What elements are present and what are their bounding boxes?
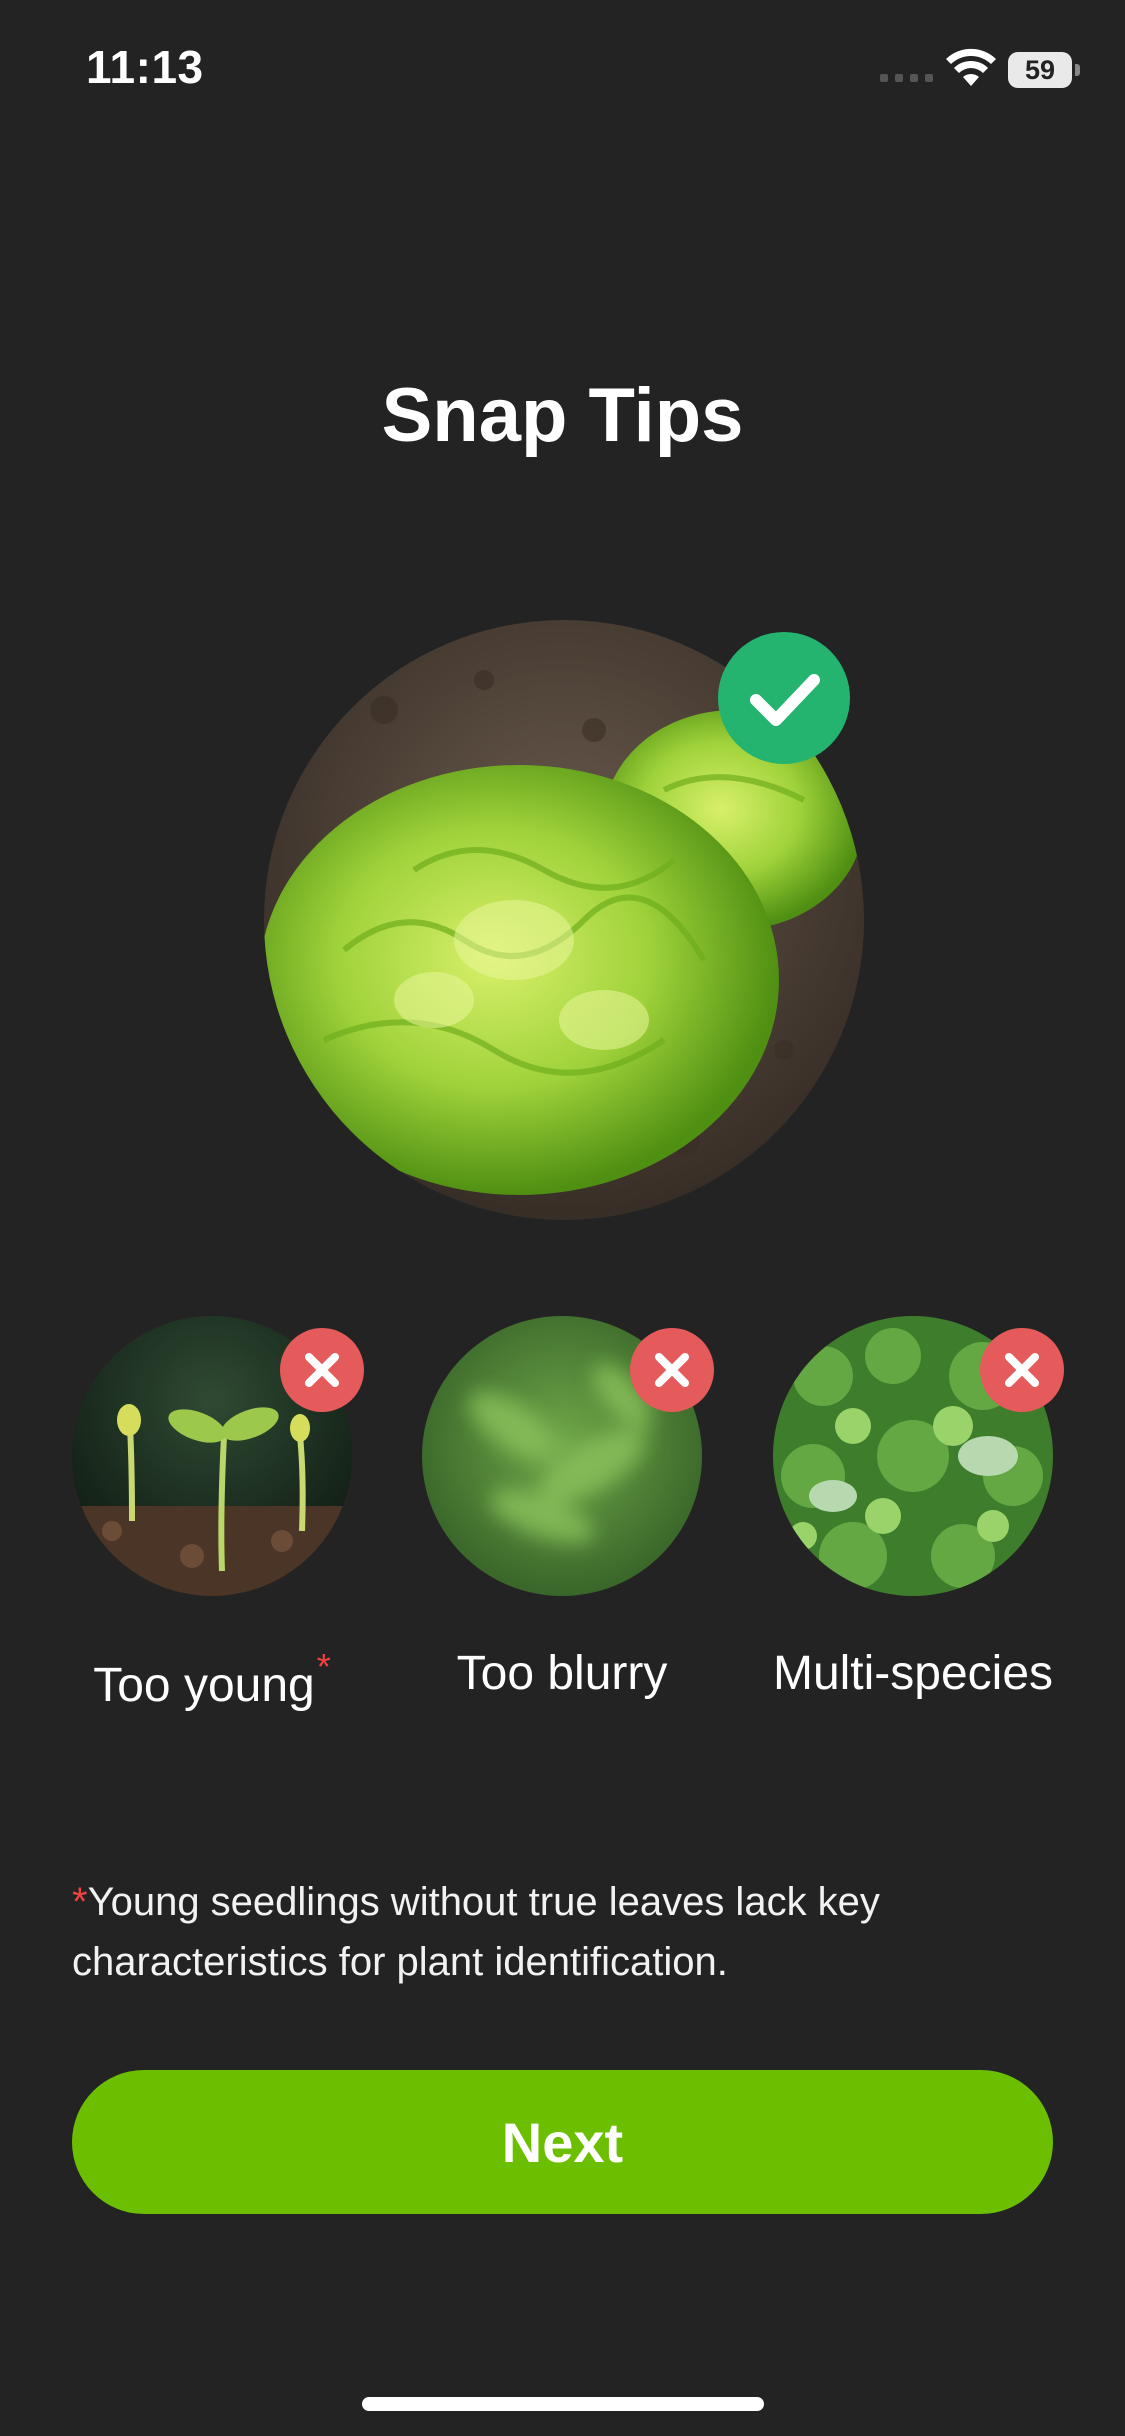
x-icon [630,1328,714,1412]
battery-level: 59 [1024,55,1056,85]
status-bar: 11:13 59 [0,0,1125,140]
footnote: *Young seedlings without true leaves lac… [72,1872,1052,1992]
home-indicator[interactable] [362,2397,764,2411]
x-icon [980,1328,1064,1412]
too-blurry-label: Too blurry [456,1647,668,1700]
signal-icon [880,74,933,82]
status-time: 11:13 [86,41,204,93]
too-young-label: Too young* [93,1646,331,1712]
footnote-text: Young seedlings without true leaves lack… [72,1880,880,1984]
multi-species-label: Multi-species [772,1647,1054,1700]
wifi-icon [946,48,996,86]
page-title: Snap Tips [381,373,744,458]
x-icon [280,1328,364,1412]
battery-icon: 59 [1008,52,1080,88]
check-icon [718,632,850,764]
next-button[interactable]: Next [72,2070,1053,2214]
footnote-asterisk: * [72,1880,88,1924]
asterisk-marker: * [316,1646,331,1687]
